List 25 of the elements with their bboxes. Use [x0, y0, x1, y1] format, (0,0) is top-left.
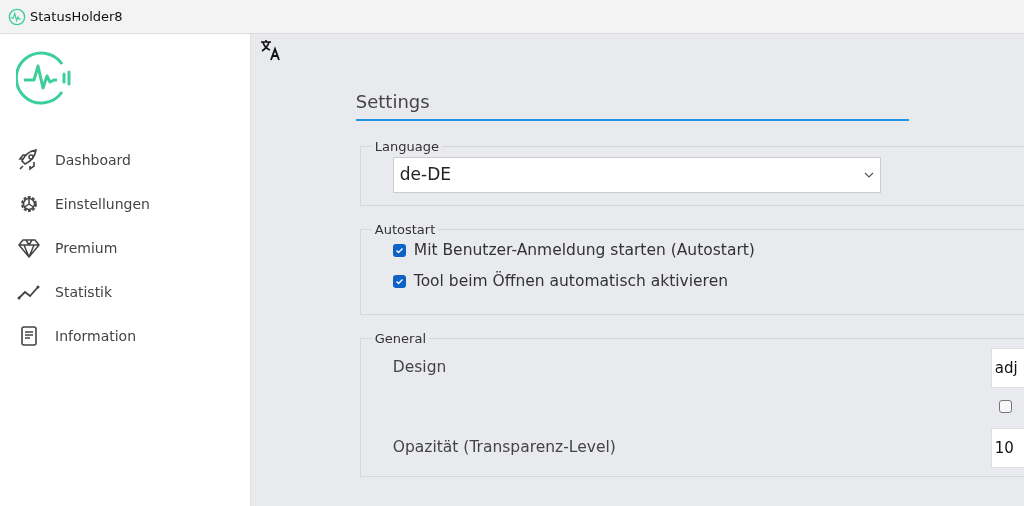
language-select[interactable]: de-DE [392, 156, 881, 193]
input-field[interactable]: 10 [990, 428, 1024, 468]
window-title: StatusHolder8 [30, 7, 123, 26]
logo [16, 50, 72, 106]
group-legend: Autostart [371, 219, 439, 239]
section-title: Settings [355, 86, 909, 121]
checkbox[interactable] [392, 244, 406, 258]
sidebar-item[interactable]: Statistik [55, 281, 113, 303]
field-label: Opazität (Transparenz-Level) [392, 437, 616, 458]
translate-icon[interactable] [258, 38, 283, 62]
app-icon [8, 7, 26, 26]
group-legend: General [371, 328, 430, 348]
checkbox[interactable] [998, 400, 1012, 413]
checkbox-label: Tool beim Öffnen automatisch aktivieren [413, 270, 728, 293]
sidebar-item[interactable]: Premium [55, 237, 118, 259]
checkbox[interactable] [392, 275, 406, 289]
sidebar-item[interactable]: Information [55, 325, 137, 347]
field-label: Design [392, 357, 447, 378]
sidebar-item[interactable]: Einstellungen [55, 193, 150, 215]
checkbox-label: Mit Benutzer-Anmeldung starten (Autostart) [413, 240, 755, 261]
chevron-down-icon [863, 171, 874, 178]
diamond-icon [17, 236, 41, 260]
input-field[interactable]: adj [990, 348, 1024, 388]
group-legend: Language [371, 137, 442, 157]
sidebar-item[interactable]: Dashboard [55, 149, 131, 171]
